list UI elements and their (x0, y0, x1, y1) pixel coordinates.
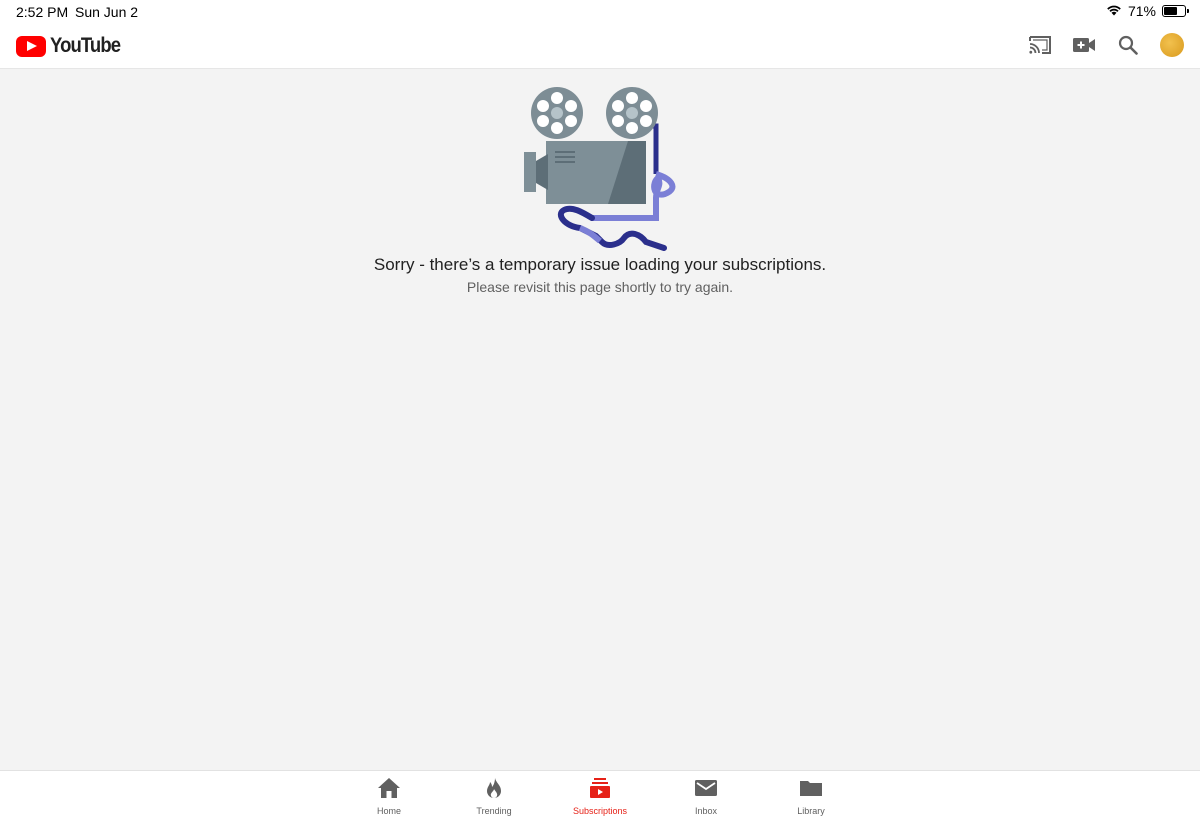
nav-home[interactable]: Home (344, 777, 434, 816)
logo-text: YouTube (50, 34, 121, 57)
nav-label: Subscriptions (572, 806, 628, 816)
nav-inbox[interactable]: Inbox (661, 777, 751, 816)
status-right: 71% (1106, 3, 1189, 19)
flame-icon (483, 777, 505, 804)
avatar[interactable] (1160, 33, 1184, 57)
header-actions (1028, 33, 1184, 57)
error-title: Sorry - there’s a temporary issue loadin… (373, 255, 827, 274)
film-reel-left (531, 87, 583, 139)
home-icon (377, 777, 401, 804)
film-projector-illustration (520, 86, 680, 251)
video-camera-icon[interactable] (1072, 33, 1096, 57)
status-date: Sun Jun 2 (75, 4, 139, 20)
main-content: Sorry - there’s a temporary issue loadin… (0, 70, 1200, 770)
wifi-icon (1106, 3, 1122, 19)
film-reel-right (606, 87, 658, 139)
nav-trending[interactable]: Trending (449, 777, 539, 816)
status-bar: 2:52 PM Sun Jun 2 71% (0, 0, 1200, 24)
cast-icon[interactable] (1028, 33, 1052, 57)
error-subtitle: Please revisit this page shortly to try … (466, 279, 734, 295)
nav-library[interactable]: Library (766, 777, 856, 816)
youtube-logo[interactable]: YouTube (16, 34, 130, 58)
youtube-play-icon (16, 35, 46, 57)
battery-fill (1164, 7, 1177, 15)
subscriptions-icon (589, 777, 611, 804)
bottom-nav: Home Trending Subscriptions Inbox Librar… (0, 770, 1200, 821)
battery-percent: 71% (1127, 3, 1156, 19)
status-time: 2:52 PM (16, 4, 69, 20)
mail-icon (694, 777, 718, 804)
nav-label: Library (797, 806, 825, 816)
battery-icon (1162, 5, 1189, 17)
nav-subscriptions[interactable]: Subscriptions (555, 777, 645, 816)
app-header: YouTube (0, 24, 1200, 69)
nav-label: Trending (476, 806, 512, 816)
folder-icon (799, 777, 823, 804)
search-icon[interactable] (1116, 33, 1140, 57)
nav-label: Home (376, 806, 401, 816)
nav-label: Inbox (694, 806, 718, 816)
